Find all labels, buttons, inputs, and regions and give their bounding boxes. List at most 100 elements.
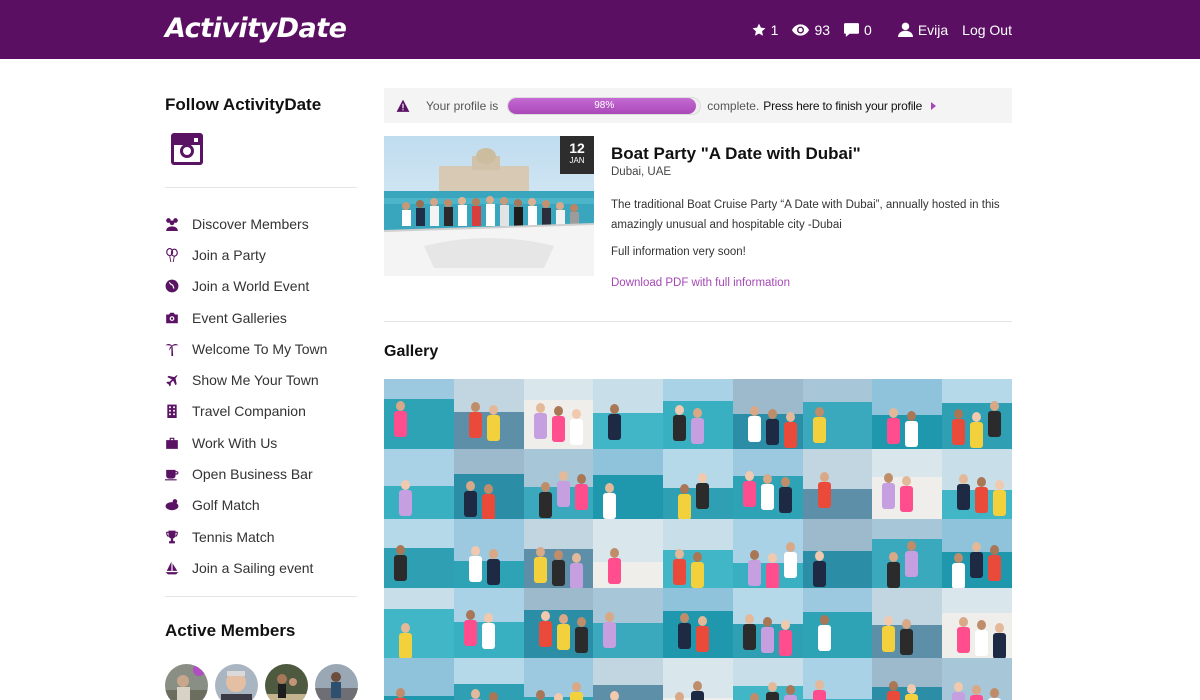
star-icon xyxy=(752,23,766,36)
sidebar-item-sailing-event[interactable]: Join a Sailing event xyxy=(165,552,327,583)
gallery-thumbnail[interactable] xyxy=(593,379,664,449)
gallery-thumbnail[interactable] xyxy=(942,448,1012,519)
sidebar-item-tennis-match[interactable]: Tennis Match xyxy=(165,521,327,552)
sidebar-item-label: Open Business Bar xyxy=(192,466,313,483)
gallery-thumbnail[interactable] xyxy=(384,448,454,519)
gallery-thumbnail[interactable] xyxy=(872,379,943,449)
warning-icon xyxy=(396,99,410,112)
sailboat-icon xyxy=(165,561,179,575)
gallery-thumbnail[interactable] xyxy=(593,448,664,519)
avatar[interactable] xyxy=(165,664,208,700)
gallery-thumbnail[interactable] xyxy=(453,448,524,519)
gallery-thumbnail[interactable] xyxy=(802,588,873,659)
gallery-thumbnail[interactable] xyxy=(802,448,873,519)
members-icon xyxy=(165,217,179,231)
trophy-icon xyxy=(165,530,179,544)
sidebar-item-open-business-bar[interactable]: Open Business Bar xyxy=(165,458,327,489)
user-icon xyxy=(897,22,913,37)
gallery-thumbnail[interactable] xyxy=(523,658,594,700)
gallery-thumbnail[interactable] xyxy=(453,658,524,700)
finish-profile-link[interactable]: Press here to finish your profile xyxy=(763,99,922,113)
sidebar-item-label: Welcome To My Town xyxy=(192,340,328,357)
gallery-thumbnail[interactable] xyxy=(384,379,454,449)
gallery-thumbnail[interactable] xyxy=(872,658,943,700)
user-menu[interactable]: Evija xyxy=(897,22,948,38)
sidebar-item-travel-companion[interactable]: Travel Companion xyxy=(165,396,327,427)
messages-counter[interactable]: 0 xyxy=(844,22,872,38)
favorites-counter[interactable]: 1 xyxy=(752,21,779,38)
views-counter[interactable]: 93 xyxy=(792,22,830,38)
gallery-thumbnail[interactable] xyxy=(523,518,594,589)
avatar[interactable] xyxy=(215,664,258,700)
gallery-thumbnail[interactable] xyxy=(384,658,454,700)
sidebar-divider xyxy=(165,596,357,597)
sidebar-item-join-party[interactable]: Join a Party xyxy=(165,239,327,270)
gallery-thumbnail[interactable] xyxy=(593,588,664,659)
gallery-thumbnail[interactable] xyxy=(523,448,594,519)
sidebar-item-label: Travel Companion xyxy=(192,403,306,420)
download-pdf-link[interactable]: Download PDF with full information xyxy=(611,277,790,289)
gallery-thumbnail[interactable] xyxy=(942,518,1012,589)
gallery-heading: Gallery xyxy=(384,343,439,360)
header-nav: 1 93 0 Evija Log Out xyxy=(738,0,1012,59)
event-date-badge: 12 JAN xyxy=(560,136,594,174)
gallery-thumbnail[interactable] xyxy=(384,518,454,589)
sidebar-menu: Discover Members Join a Party Join a Wor… xyxy=(165,208,327,584)
gallery-thumbnail[interactable] xyxy=(802,379,873,449)
gallery-thumbnail[interactable] xyxy=(942,588,1012,659)
sidebar-item-world-event[interactable]: Join a World Event xyxy=(165,271,327,302)
camera-icon xyxy=(165,311,179,325)
gallery-thumbnail[interactable] xyxy=(732,588,803,659)
event-location: Dubai, UAE xyxy=(611,166,672,178)
top-navigation-bar: ActivityDate 1 93 0 Evija Log Out xyxy=(0,0,1200,59)
follow-heading: Follow ActivityDate xyxy=(165,95,322,114)
gallery-thumbnail[interactable] xyxy=(663,379,733,449)
gallery-thumbnail[interactable] xyxy=(732,518,803,589)
messages-count: 0 xyxy=(864,21,872,38)
event-note: Full information very soon! xyxy=(611,246,746,258)
gallery-thumbnail[interactable] xyxy=(593,658,664,700)
gallery-thumbnail[interactable] xyxy=(663,658,733,700)
gallery-thumbnail[interactable] xyxy=(523,379,594,449)
gallery-thumbnail[interactable] xyxy=(872,518,943,589)
sidebar-item-event-galleries[interactable]: Event Galleries xyxy=(165,302,327,333)
sidebar-item-label: Join a Sailing event xyxy=(192,559,314,576)
gallery-thumbnail[interactable] xyxy=(872,448,943,519)
avatar[interactable] xyxy=(315,664,358,700)
activitydate-logo[interactable]: ActivityDate xyxy=(165,8,347,48)
gallery-thumbnail[interactable] xyxy=(802,658,873,700)
sidebar-item-welcome-to-my-town[interactable]: Welcome To My Town xyxy=(165,333,327,364)
gallery-thumbnail[interactable] xyxy=(593,518,664,589)
gallery-thumbnail[interactable] xyxy=(663,588,733,659)
gallery-thumbnail[interactable] xyxy=(942,379,1012,449)
profile-progress-bar: 98% xyxy=(507,96,702,115)
avatar[interactable] xyxy=(265,664,308,700)
logout-link[interactable]: Log Out xyxy=(962,22,1012,38)
gallery-thumbnail[interactable] xyxy=(732,448,803,519)
gallery-thumbnail[interactable] xyxy=(453,379,524,449)
event-title[interactable]: Boat Party "A Date with Dubai" xyxy=(611,144,861,164)
sidebar-item-discover-members[interactable]: Discover Members xyxy=(165,208,327,239)
event-description: The traditional Boat Cruise Party “A Dat… xyxy=(611,199,1000,231)
gallery-thumbnail[interactable] xyxy=(732,658,803,700)
gallery-thumbnail[interactable] xyxy=(453,588,524,659)
gallery-thumbnail[interactable] xyxy=(523,588,594,659)
gallery-thumbnail[interactable] xyxy=(802,518,873,589)
gallery-thumbnail[interactable] xyxy=(663,518,733,589)
gallery-thumbnail[interactable] xyxy=(872,588,943,659)
gallery-thumbnail[interactable] xyxy=(663,448,733,519)
favorites-count: 1 xyxy=(770,21,779,38)
sidebar-item-show-me-your-town[interactable]: Show Me Your Town xyxy=(165,364,327,395)
sidebar-item-golf-match[interactable]: Golf Match xyxy=(165,490,327,521)
gallery-thumbnail[interactable] xyxy=(453,518,524,589)
active-members-heading: Active Members xyxy=(165,621,296,640)
logo-text: ActivityDate xyxy=(165,12,347,44)
gallery-thumbnail[interactable] xyxy=(732,379,803,449)
views-count: 93 xyxy=(814,21,831,38)
sidebar-item-work-with-us[interactable]: Work With Us xyxy=(165,427,327,458)
gallery-thumbnail[interactable] xyxy=(384,588,454,659)
sidebar-item-label: Discover Members xyxy=(192,215,309,232)
palm-tree-icon xyxy=(165,342,179,356)
gallery-thumbnail[interactable] xyxy=(942,658,1012,700)
instagram-icon[interactable] xyxy=(171,133,203,165)
